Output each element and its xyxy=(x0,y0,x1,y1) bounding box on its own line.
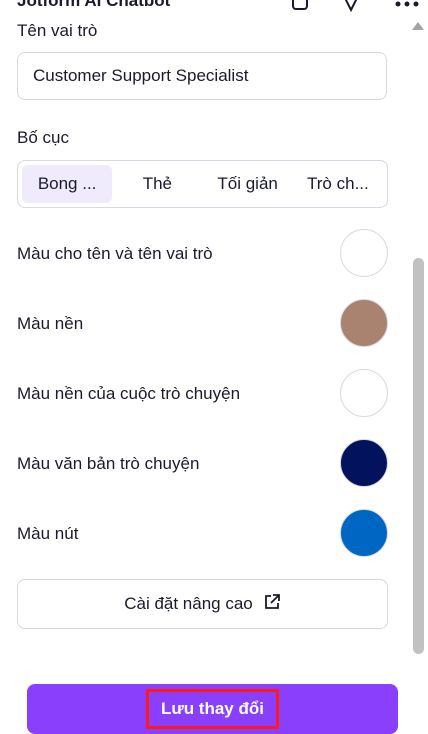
app-title: Jotform AI Chatbot xyxy=(17,0,171,10)
color-label: Màu cho tên và tên vai trò xyxy=(17,244,213,263)
layout-option-label: Thẻ xyxy=(142,174,173,193)
scrollbar-thumb[interactable] xyxy=(413,258,424,654)
panel-header: Jotform AI Chatbot xyxy=(0,0,428,14)
color-row-button: Màu nút xyxy=(17,509,388,559)
save-changes-label: Lưu thay đổi xyxy=(146,689,279,729)
external-link-icon xyxy=(263,593,281,616)
advanced-settings-button[interactable]: Cài đặt nâng cao xyxy=(17,579,388,629)
color-swatch-background[interactable] xyxy=(340,299,388,347)
layout-option-label: Tối giản xyxy=(217,174,278,193)
color-label: Màu nút xyxy=(17,524,79,543)
more-icon[interactable] xyxy=(394,0,420,14)
color-row-name: Màu cho tên và tên vai trò xyxy=(17,229,388,279)
scroll-up-arrow-icon[interactable] xyxy=(412,22,424,30)
color-swatch-chat-text[interactable] xyxy=(340,439,388,487)
color-row-background: Màu nền xyxy=(17,299,388,349)
layout-option-label: Trò ch... xyxy=(307,174,369,193)
settings-panel: Tên vai trò Bố cục Bong ... Thẻ Tối giản… xyxy=(0,14,408,664)
pin-icon[interactable] xyxy=(340,0,362,14)
color-label: Màu văn bản trò chuyện xyxy=(17,454,200,473)
advanced-settings-label: Cài đặt nâng cao xyxy=(124,594,253,613)
layout-selector: Bong ... Thẻ Tối giản Trò ch... xyxy=(17,160,388,208)
role-name-label: Tên vai trò xyxy=(17,21,98,40)
save-changes-button[interactable]: Lưu thay đổi xyxy=(27,684,398,734)
color-label: Màu nền xyxy=(17,314,84,333)
layout-label: Bố cục xyxy=(17,128,69,147)
color-row-chat-text: Màu văn bản trò chuyện xyxy=(17,439,388,489)
layout-option-card[interactable]: Thẻ xyxy=(112,165,202,203)
color-swatch-chat-background[interactable] xyxy=(340,369,388,417)
layout-option-bubble[interactable]: Bong ... xyxy=(22,165,113,203)
color-label: Màu nền của cuộc trò chuyện xyxy=(17,384,241,403)
layout-option-chat[interactable]: Trò ch... xyxy=(293,165,383,203)
layout-option-label: Bong ... xyxy=(37,174,97,193)
color-swatch-name[interactable] xyxy=(340,229,388,277)
color-row-chat-background: Màu nền của cuộc trò chuyện xyxy=(17,369,388,419)
color-swatch-button[interactable] xyxy=(340,509,388,557)
layout-option-minimal[interactable]: Tối giản xyxy=(203,165,293,203)
copy-icon[interactable] xyxy=(290,0,312,14)
role-name-input[interactable] xyxy=(17,52,387,100)
